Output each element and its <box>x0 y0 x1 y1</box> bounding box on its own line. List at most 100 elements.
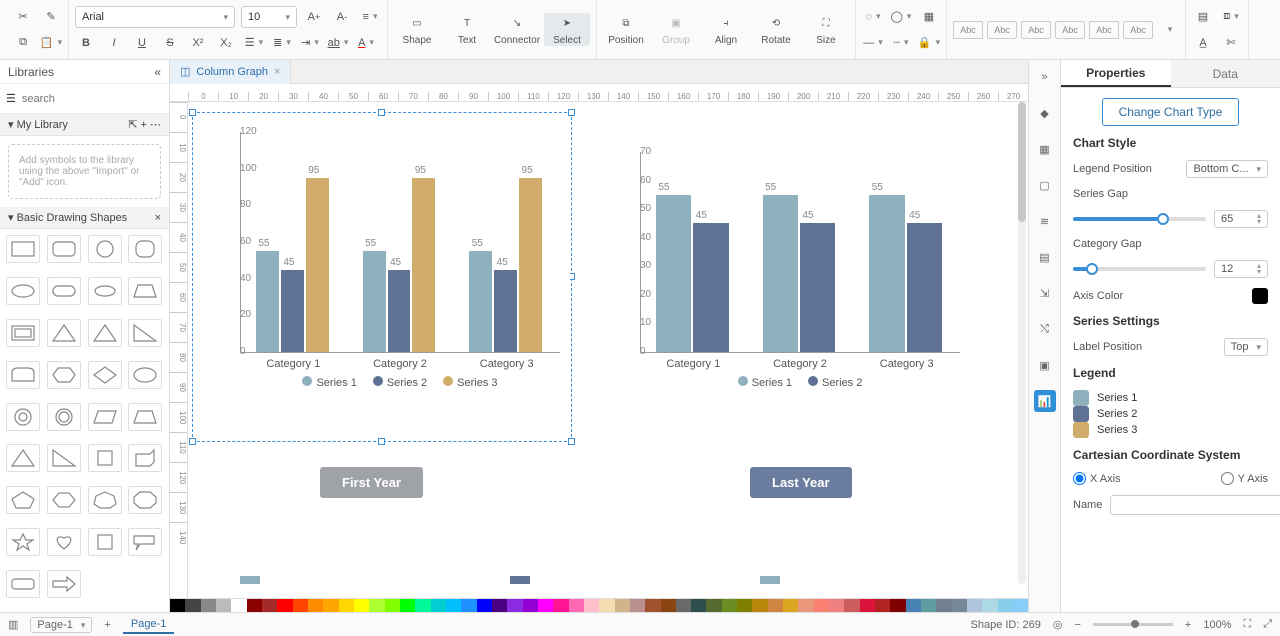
color-swatch[interactable] <box>354 599 369 612</box>
color-swatch[interactable] <box>385 599 400 612</box>
format-painter-icon[interactable]: ✎ <box>40 6 62 28</box>
legend-series-item[interactable]: Series 2 <box>1073 406 1268 422</box>
color-swatch[interactable] <box>890 599 905 612</box>
shape-trapezoid2[interactable] <box>128 403 162 431</box>
tab-data[interactable]: Data <box>1171 60 1280 87</box>
bold-icon[interactable]: B <box>75 32 97 54</box>
zoom-in-icon[interactable]: + <box>1185 619 1191 631</box>
color-swatch[interactable] <box>967 599 982 612</box>
mylibrary-section[interactable]: ▾ My Library ⇱ + ⋯ <box>0 114 169 136</box>
text-tool[interactable]: TText <box>444 13 490 46</box>
more-icon[interactable]: ⋯ <box>150 119 161 131</box>
series-gap-slider[interactable] <box>1073 217 1206 221</box>
legend-series-item[interactable]: Series 3 <box>1073 422 1268 438</box>
shape-pentagon[interactable] <box>6 486 40 514</box>
color-swatch[interactable] <box>829 599 844 612</box>
color-swatch[interactable] <box>477 599 492 612</box>
color-swatch[interactable] <box>170 599 185 612</box>
shape-target[interactable] <box>6 403 40 431</box>
shape-capsule[interactable] <box>47 277 81 305</box>
zoom-slider[interactable] <box>1093 623 1173 626</box>
collapse-left-icon[interactable]: « <box>154 65 161 79</box>
bar[interactable] <box>693 223 728 352</box>
axis-color-swatch[interactable] <box>1252 288 1268 304</box>
close-tab-icon[interactable]: × <box>274 66 280 78</box>
rail-present-icon[interactable]: ▣ <box>1034 354 1056 376</box>
chart2-title[interactable]: Last Year <box>750 467 852 498</box>
shape-star[interactable] <box>6 528 40 556</box>
fullscreen-icon[interactable]: ⤢ <box>1263 618 1272 631</box>
shape-right-tri[interactable] <box>128 319 162 347</box>
color-swatch[interactable] <box>798 599 813 612</box>
color-swatch[interactable] <box>875 599 890 612</box>
quick-style-6[interactable]: Abc <box>1123 21 1153 39</box>
superscript-icon[interactable]: X² <box>187 32 209 54</box>
shape-cube[interactable] <box>128 444 162 472</box>
copy-icon[interactable]: ⧉ <box>12 32 34 54</box>
color-swatch[interactable] <box>982 599 997 612</box>
strike-icon[interactable]: S <box>159 32 181 54</box>
cut-icon[interactable]: ✂ <box>12 6 34 28</box>
quick-style-more[interactable] <box>1157 19 1179 41</box>
font-panel-icon[interactable]: A̲ <box>1192 32 1214 54</box>
shape-cloud[interactable] <box>88 277 122 305</box>
scrollbar-v[interactable] <box>1018 102 1026 584</box>
bar[interactable] <box>656 195 691 352</box>
quick-style-2[interactable]: Abc <box>987 21 1017 39</box>
color-swatch[interactable] <box>369 599 384 612</box>
xaxis-radio[interactable]: X Axis <box>1073 472 1121 485</box>
bar[interactable] <box>281 270 304 353</box>
quick-style-3[interactable]: Abc <box>1021 21 1051 39</box>
shape-heart[interactable] <box>47 528 81 556</box>
line-style-icon[interactable]: — <box>862 32 884 54</box>
shape-frame[interactable] <box>6 319 40 347</box>
bar[interactable] <box>907 223 942 352</box>
color-swatch[interactable] <box>737 599 752 612</box>
color-swatch[interactable] <box>446 599 461 612</box>
color-swatch[interactable] <box>783 599 798 612</box>
rail-grid-icon[interactable]: ▦ <box>1034 138 1056 160</box>
color-swatch[interactable] <box>323 599 338 612</box>
decrease-font-icon[interactable]: A- <box>331 6 353 28</box>
document-tab[interactable]: ◫ Column Graph × <box>170 60 291 84</box>
canvas[interactable]: 0102030405060708090100110120130140 02040… <box>170 102 1028 598</box>
shape-ellipse2[interactable] <box>128 361 162 389</box>
select-tool[interactable]: ➤Select <box>544 13 590 46</box>
shape-ring[interactable] <box>47 403 81 431</box>
rail-image-icon[interactable]: ▢ <box>1034 174 1056 196</box>
font-size-select[interactable]: 10 <box>241 6 297 28</box>
color-swatch[interactable] <box>339 599 354 612</box>
layout-toggle-icon[interactable]: ▥ <box>8 618 18 631</box>
chart-last-year[interactable]: 0102030405060705545Category 15545Categor… <box>610 142 970 402</box>
quick-style-1[interactable]: Abc <box>953 21 983 39</box>
color-swatch[interactable] <box>706 599 721 612</box>
bar[interactable] <box>494 270 517 353</box>
color-swatch[interactable] <box>584 599 599 612</box>
fill-icon[interactable]: ◌ <box>862 6 884 28</box>
line-spacing-icon[interactable]: ☰ <box>243 32 265 54</box>
chart1-title[interactable]: First Year <box>320 467 423 498</box>
color-swatch[interactable] <box>906 599 921 612</box>
shape-heptagon[interactable] <box>88 486 122 514</box>
zoom-out-icon[interactable]: − <box>1074 619 1080 631</box>
size-tool[interactable]: ⛶Size <box>803 13 849 46</box>
shape-callout[interactable] <box>128 528 162 556</box>
color-swatch[interactable] <box>201 599 216 612</box>
shape-roundrect[interactable] <box>47 235 81 263</box>
color-swatch[interactable] <box>262 599 277 612</box>
shape-square2[interactable] <box>88 528 122 556</box>
chart-first-year[interactable]: 020406080100120554595Category 1554595Cat… <box>210 122 570 402</box>
paste-icon[interactable]: 📋 <box>40 32 62 54</box>
label-position-select[interactable]: Top <box>1224 338 1268 356</box>
color-swatch[interactable] <box>492 599 507 612</box>
color-swatch[interactable] <box>952 599 967 612</box>
shape-hex[interactable] <box>47 361 81 389</box>
color-swatch[interactable] <box>231 599 246 612</box>
color-swatch[interactable] <box>400 599 415 612</box>
bar[interactable] <box>519 178 542 352</box>
color-swatch[interactable] <box>630 599 645 612</box>
shape-square[interactable] <box>88 444 122 472</box>
color-swatch[interactable] <box>599 599 614 612</box>
fit-icon[interactable]: ⛶ <box>1243 618 1251 631</box>
shape-oval[interactable] <box>6 277 40 305</box>
